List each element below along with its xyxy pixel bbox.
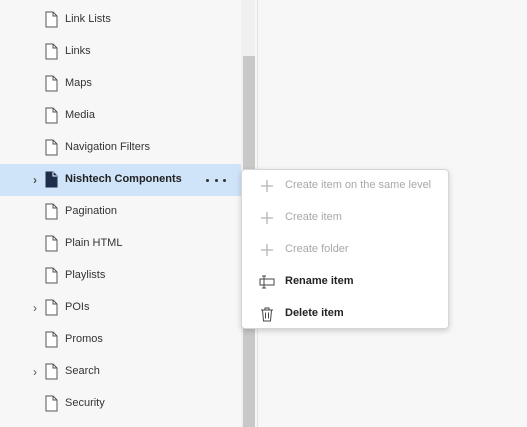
menu-item-delete[interactable]: Delete item	[242, 298, 448, 330]
chevron-right-icon[interactable]: ›	[30, 173, 40, 187]
document-icon	[45, 203, 58, 220]
menu-item-create-same-level[interactable]: Create item on the same level	[242, 170, 448, 202]
document-icon	[45, 395, 58, 412]
tree-item-link-lists[interactable]: Link Lists	[0, 4, 241, 36]
tree-item-label: Link Lists	[65, 13, 111, 25]
tree-item-label: Security	[65, 397, 105, 409]
menu-item-label: Delete item	[285, 307, 344, 319]
context-menu: Create item on the same level Create ite…	[241, 169, 449, 329]
menu-item-label: Create folder	[285, 243, 349, 255]
tree-item-search[interactable]: › Search	[0, 356, 241, 388]
tree-item-maps[interactable]: Maps	[0, 68, 241, 100]
tree-item-promos[interactable]: Promos	[0, 324, 241, 356]
tree-item-label: Playlists	[65, 269, 106, 281]
document-icon	[45, 75, 58, 92]
plus-icon	[259, 178, 275, 194]
plus-icon	[259, 242, 275, 258]
tree-item-label: Nishtech Components	[65, 173, 182, 185]
tree-item-label: Links	[65, 45, 91, 57]
menu-item-rename[interactable]: Rename item	[242, 266, 448, 298]
content-tree: Link Lists Links Maps Media Navigation F…	[0, 0, 241, 427]
chevron-right-icon[interactable]: ›	[30, 301, 40, 315]
document-icon	[45, 139, 58, 156]
tree-item-label: Media	[65, 109, 95, 121]
tree-item-label: Plain HTML	[65, 237, 123, 249]
plus-icon	[259, 210, 275, 226]
document-icon	[45, 267, 58, 284]
tree-item-pois[interactable]: › POIs	[0, 292, 241, 324]
document-icon	[45, 235, 58, 252]
tree-item-label: Navigation Filters	[65, 141, 150, 153]
document-icon	[45, 331, 58, 348]
document-icon	[45, 43, 58, 60]
more-options-icon[interactable]	[206, 173, 226, 187]
tree-item-media[interactable]: Media	[0, 100, 241, 132]
tree-item-navigation-filters[interactable]: Navigation Filters	[0, 132, 241, 164]
tree-item-label: Search	[65, 365, 100, 377]
menu-item-create-folder[interactable]: Create folder	[242, 234, 448, 266]
document-icon	[45, 299, 58, 316]
tree-item-plain-html[interactable]: Plain HTML	[0, 228, 241, 260]
document-icon	[45, 11, 58, 28]
chevron-right-icon[interactable]: ›	[30, 365, 40, 379]
menu-item-label: Rename item	[285, 275, 354, 287]
tree-item-label: Pagination	[65, 205, 117, 217]
tree-item-nishtech-components[interactable]: › Nishtech Components	[0, 164, 241, 196]
tree-item-pagination[interactable]: Pagination	[0, 196, 241, 228]
tree-item-security[interactable]: Security	[0, 388, 241, 420]
tree-item-label: Maps	[65, 77, 92, 89]
menu-item-create-item[interactable]: Create item	[242, 202, 448, 234]
tree-item-label: Promos	[65, 333, 103, 345]
tree-item-playlists[interactable]: Playlists	[0, 260, 241, 292]
tree-item-label: POIs	[65, 301, 90, 313]
menu-item-label: Create item on the same level	[285, 179, 432, 191]
menu-item-label: Create item	[285, 211, 342, 223]
document-filled-icon	[45, 171, 58, 188]
document-icon	[45, 363, 58, 380]
rename-icon	[259, 274, 275, 290]
trash-icon	[259, 306, 275, 322]
document-icon	[45, 107, 58, 124]
tree-item-links[interactable]: Links	[0, 36, 241, 68]
